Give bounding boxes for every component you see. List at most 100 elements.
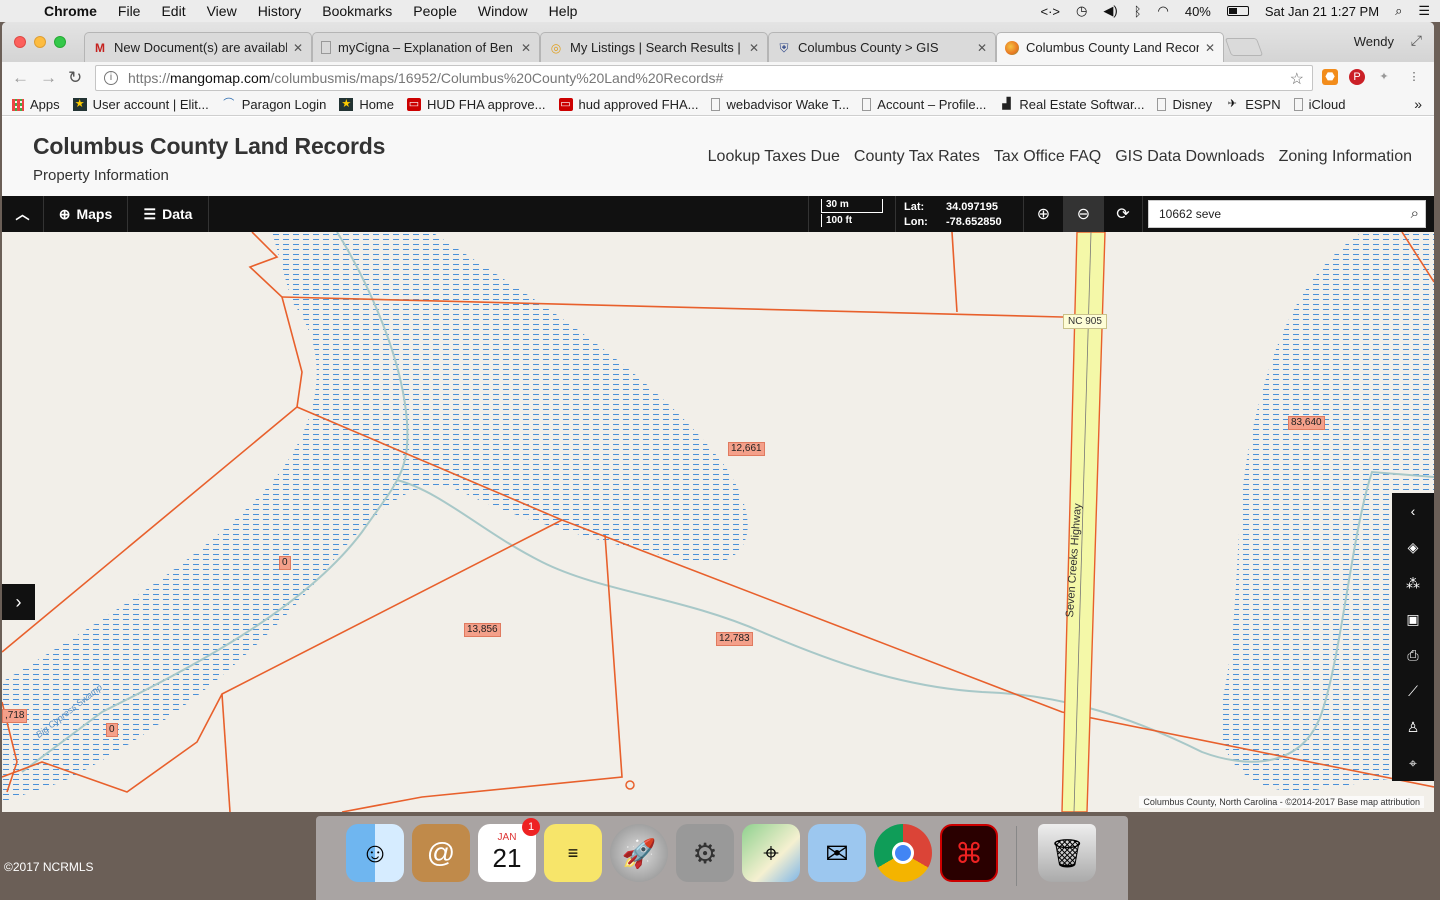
tab-close-icon[interactable]: ✕ <box>749 41 759 55</box>
bookmark-hud-approved[interactable]: ▭ hud approved FHA... <box>558 97 698 112</box>
parcel-label[interactable]: 13,856 <box>464 623 501 637</box>
menu-people[interactable]: People <box>413 3 457 19</box>
chrome-icon[interactable] <box>874 824 932 882</box>
nav-county-tax-rates[interactable]: County Tax Rates <box>854 148 980 166</box>
search-icon[interactable]: ⌕ <box>1411 205 1419 222</box>
menu-help[interactable]: Help <box>549 3 578 19</box>
chrome-menu-icon[interactable]: ⋮ <box>1406 69 1422 85</box>
forward-arrow-icon[interactable]: → <box>40 68 57 88</box>
bookmark-account-profile[interactable]: Account – Profile... <box>862 97 986 112</box>
time-machine-icon[interactable]: ◷ <box>1076 3 1087 19</box>
acrobat-icon[interactable]: ⌘ <box>940 824 998 882</box>
menu-edit[interactable]: Edit <box>161 3 185 19</box>
parcel-label[interactable]: 0 <box>279 556 291 570</box>
bookmark-apps[interactable]: Apps <box>12 97 60 112</box>
layers-button[interactable]: ◈ <box>1392 529 1434 565</box>
map-attribution[interactable]: Columbus County, North Carolina - ©2014-… <box>1139 796 1424 808</box>
measure-button[interactable]: ⟋ <box>1392 673 1434 709</box>
finder-icon[interactable]: ☺ <box>346 824 404 882</box>
bookmark-star-icon[interactable]: ☆ <box>1290 69 1304 89</box>
mail-icon[interactable]: ✉ <box>808 824 866 882</box>
data-button[interactable]: ☰ Data <box>128 196 209 232</box>
bookmark-disney[interactable]: Disney <box>1157 97 1212 112</box>
survey-point-marker[interactable] <box>625 780 635 790</box>
parcel-label[interactable]: 12,661 <box>728 442 765 456</box>
minimize-window-button[interactable] <box>34 36 46 48</box>
basemap-button[interactable]: ▣ <box>1392 601 1434 637</box>
parcel-label[interactable]: 12,783 <box>716 632 753 646</box>
tab-land-records[interactable]: Columbus County Land Recor ✕ <box>996 32 1224 62</box>
profile-name[interactable]: Wendy <box>1354 34 1394 49</box>
nav-lookup-taxes[interactable]: Lookup Taxes Due <box>708 148 840 166</box>
extension-orange-icon[interactable]: ⬣ <box>1322 69 1338 85</box>
tab-columbus-gis[interactable]: ⛨ Columbus County > GIS ✕ <box>768 32 996 62</box>
zoom-window-button[interactable] <box>54 36 66 48</box>
parcel-label[interactable]: ,718 <box>2 709 28 723</box>
fullscreen-icon[interactable]: ⤢ <box>1411 32 1422 49</box>
menu-history[interactable]: History <box>258 3 302 19</box>
extension-puzzle-icon[interactable]: ✦ <box>1376 69 1392 85</box>
share-button[interactable]: ⁂ <box>1392 565 1434 601</box>
calendar-icon[interactable]: JAN 21 1 <box>478 818 540 882</box>
bookmark-home[interactable]: ★ Home <box>339 97 394 112</box>
map-canvas[interactable]: 12,661 0 13,856 12,783 0 83,640 ,718 NC … <box>2 232 1434 812</box>
bluetooth-icon[interactable]: ᛒ <box>1134 4 1142 19</box>
parcel-label[interactable]: 83,640 <box>1288 416 1325 430</box>
tab-mycigna[interactable]: myCigna – Explanation of Ben ✕ <box>312 32 540 62</box>
close-window-button[interactable] <box>14 36 26 48</box>
more-bookmarks-icon[interactable]: » <box>1414 96 1422 112</box>
launchpad-icon[interactable]: 🚀 <box>610 824 668 882</box>
reload-icon[interactable]: ↻ <box>68 68 82 88</box>
refresh-map-button[interactable]: ⟳ <box>1103 196 1143 232</box>
wifi-icon[interactable]: ◠ <box>1158 3 1169 19</box>
code-icon[interactable]: <·> <box>1041 4 1061 19</box>
tab-gmail[interactable]: M New Document(s) are availabl ✕ <box>84 32 312 62</box>
new-tab-button[interactable] <box>1224 38 1264 56</box>
tab-close-icon[interactable]: ✕ <box>293 41 303 55</box>
notification-center-icon[interactable]: ☰ <box>1418 3 1430 19</box>
bookmark-webadvisor[interactable]: webadvisor Wake T... <box>711 97 849 112</box>
tab-close-icon[interactable]: ✕ <box>521 41 531 55</box>
bookmark-hud-fha[interactable]: ▭ HUD FHA approve... <box>407 97 546 112</box>
clock[interactable]: Sat Jan 21 1:27 PM <box>1265 4 1379 19</box>
menu-file[interactable]: File <box>118 3 141 19</box>
tab-close-icon[interactable]: ✕ <box>977 41 987 55</box>
collapse-header-button[interactable]: ︿ <box>2 196 44 232</box>
locate-button[interactable]: ⌖ <box>1392 745 1434 781</box>
menu-bookmarks[interactable]: Bookmarks <box>322 3 392 19</box>
spotlight-search-icon[interactable]: ⌕ <box>1395 3 1402 19</box>
parcel-label[interactable]: 0 <box>106 723 118 737</box>
menu-window[interactable]: Window <box>478 3 528 19</box>
bookmark-elite[interactable]: ★ User account | Elit... <box>72 97 209 112</box>
system-preferences-icon[interactable]: ⚙ <box>676 824 734 882</box>
street-view-button[interactable]: ♙ <box>1392 709 1434 745</box>
nav-gis-data-downloads[interactable]: GIS Data Downloads <box>1115 148 1264 166</box>
tab-close-icon[interactable]: ✕ <box>1205 41 1215 55</box>
bookmark-real-estate[interactable]: ▟ Real Estate Softwar... <box>999 97 1144 112</box>
bookmark-icloud[interactable]: iCloud <box>1293 97 1345 112</box>
trash-icon[interactable]: 🗑 <box>1038 824 1096 882</box>
zoom-in-button[interactable]: ⊕ <box>1023 196 1063 232</box>
back-arrow-icon[interactable]: ← <box>12 68 29 88</box>
stickies-icon[interactable]: ≡ <box>544 824 602 882</box>
nav-tax-office-faq[interactable]: Tax Office FAQ <box>994 148 1101 166</box>
battery-icon[interactable] <box>1226 6 1249 16</box>
address-bar[interactable]: i https:// mangomap.com /columbusmis/map… <box>95 65 1313 91</box>
map-search-input[interactable]: 10662 seve ⌕ <box>1148 200 1426 228</box>
pinterest-icon[interactable]: P <box>1349 69 1365 85</box>
zoom-out-button[interactable]: ⊖ <box>1063 196 1103 232</box>
contacts-icon[interactable]: @ <box>412 824 470 882</box>
menu-app-name[interactable]: Chrome <box>44 3 97 19</box>
maps-button[interactable]: ⊕ Maps <box>44 196 128 232</box>
menu-view[interactable]: View <box>207 3 237 19</box>
battery-percent[interactable]: 40% <box>1185 4 1211 19</box>
volume-icon[interactable]: ◀) <box>1103 3 1117 19</box>
tab-my-listings[interactable]: ◎ My Listings | Search Results | ✕ <box>540 32 768 62</box>
open-sidebar-button[interactable]: › <box>2 584 35 620</box>
collapse-tools-button[interactable]: ‹ <box>1392 493 1434 529</box>
print-button[interactable]: ⎙ <box>1392 637 1434 673</box>
nav-zoning-information[interactable]: Zoning Information <box>1279 148 1412 166</box>
bookmark-espn[interactable]: ✈ ESPN <box>1225 97 1281 112</box>
bookmark-paragon[interactable]: ⌒ Paragon Login <box>222 97 326 112</box>
maps-icon[interactable]: ⌖ <box>742 824 800 882</box>
